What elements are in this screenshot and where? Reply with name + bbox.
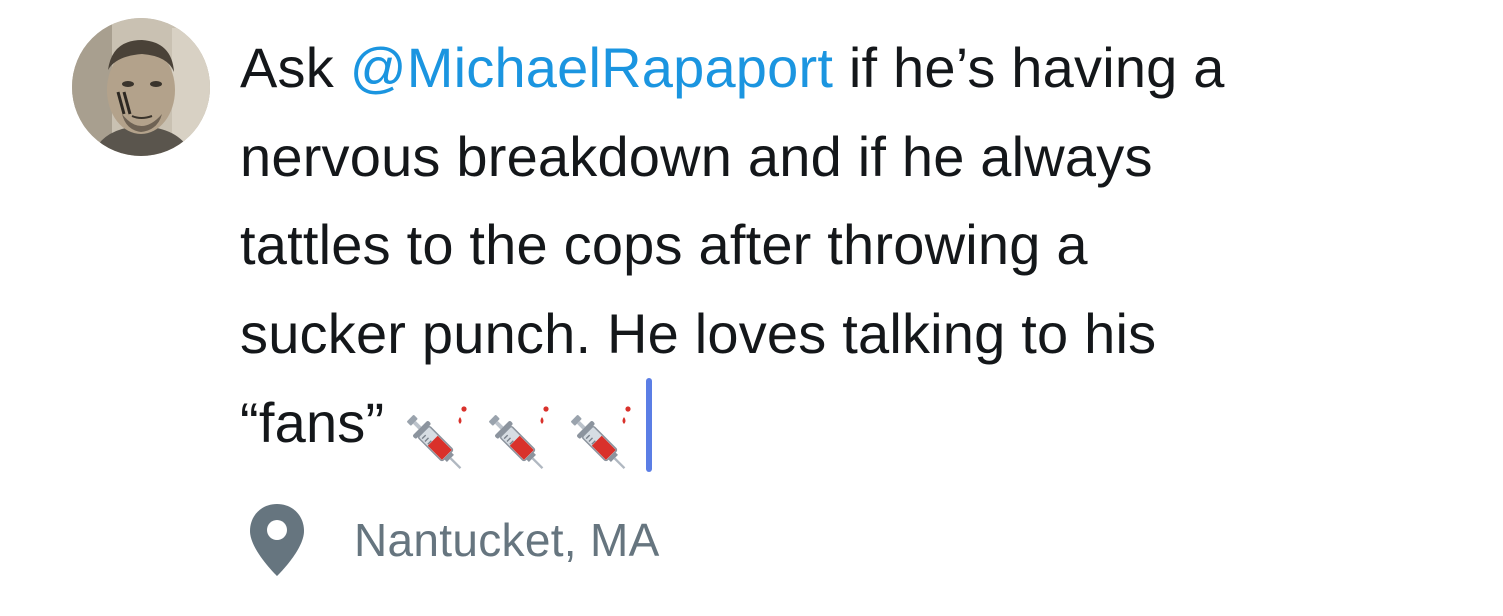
tweet-text[interactable]: Ask @MichaelRapaport if he’s having a ne… bbox=[240, 24, 1490, 490]
tweet-line: nervous breakdown and if he always bbox=[240, 124, 1153, 188]
tweet-line: Ask @MichaelRapaport if he’s having a bbox=[240, 24, 1490, 113]
tweet-composer: Ask @MichaelRapaport if he’s having a ne… bbox=[0, 0, 1503, 616]
avatar[interactable] bbox=[72, 18, 210, 156]
tweet-line: sucker punch. He loves talking to his bbox=[240, 301, 1157, 365]
tweet-text-segment: “fans” bbox=[240, 391, 385, 454]
emoji-group bbox=[398, 401, 644, 490]
text-cursor bbox=[646, 378, 653, 472]
syringe-emoji bbox=[407, 406, 467, 470]
location-label: Nantucket, MA bbox=[354, 514, 660, 566]
syringe-emoji bbox=[571, 406, 631, 470]
tweet-line: tattles to the cops after throwing a bbox=[240, 213, 1088, 276]
mention-link[interactable]: @MichaelRapaport bbox=[350, 36, 833, 99]
tweet-text-segment: if he’s having a bbox=[833, 36, 1225, 99]
avatar-image bbox=[72, 18, 210, 156]
tweet-text-segment: Ask bbox=[240, 36, 350, 99]
location-pin-icon bbox=[250, 504, 304, 576]
location-tag[interactable]: Nantucket, MA bbox=[248, 502, 660, 578]
tweet-line: “fans” bbox=[240, 378, 1490, 490]
syringe-emoji bbox=[489, 406, 549, 470]
